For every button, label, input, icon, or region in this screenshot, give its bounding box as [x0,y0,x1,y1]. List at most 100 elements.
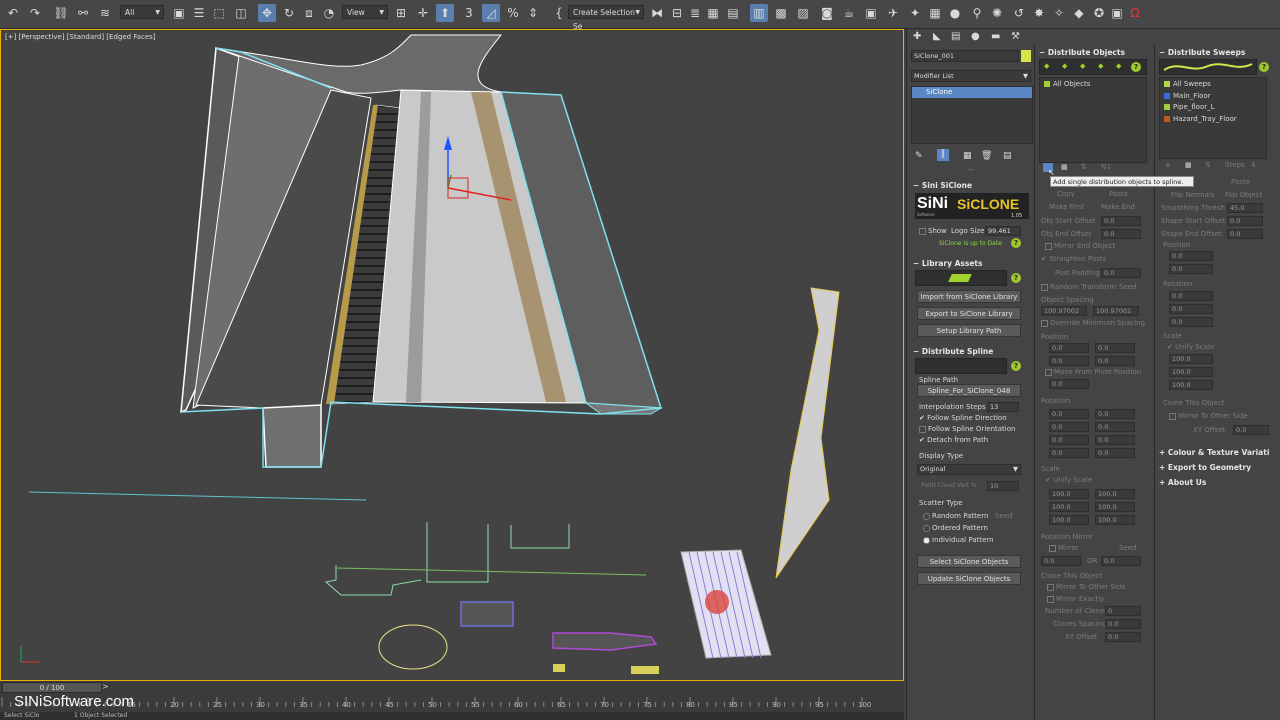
select-siclone-objects-button[interactable]: Select SiClone Objects [917,555,1021,568]
configure-sets-icon[interactable]: ▤ [1003,151,1012,161]
setup-library-path-button[interactable]: Setup Library Path [917,324,1021,337]
time-slider[interactable]: 0 / 100 [2,682,102,693]
spinner-snap-icon[interactable]: ⇕ [524,4,542,22]
create-tab-icon[interactable]: ✚ [913,31,921,42]
placement-icon[interactable]: ◔ [320,4,338,22]
sun-tool-icon[interactable]: ✺ [988,4,1006,22]
script-tool-icon[interactable]: ▣ [1108,4,1126,22]
spline-path-button[interactable]: Spline_For_SiClone_048 [917,384,1021,397]
sweep-list-item[interactable]: Hazard_Tray_Floor [1164,115,1237,123]
position-z-min[interactable]: 0.0 [1049,356,1089,366]
scale-icon[interactable]: ⧈ [300,4,318,22]
spacing-b-spinner[interactable]: 100.97002 [1093,306,1139,316]
hierarchy-tab-icon[interactable]: ▤ [951,31,960,42]
zoom-tool-icon[interactable]: ⚲ [968,4,986,22]
mirror-seed-button[interactable]: Seed [1119,544,1137,552]
curve-editor-icon[interactable]: ▥ [750,4,768,22]
rotation-x-min[interactable]: 0.0 [1049,422,1089,432]
spline-help-icon[interactable]: ? [1011,361,1021,371]
cycle-tool-icon[interactable]: ↺ [1010,4,1028,22]
mirror-checkbox[interactable]: Mirror [1049,544,1079,552]
material-editor-icon[interactable]: ▨ [794,4,812,22]
keyboard-shortcut-icon[interactable]: ⬆ [436,4,454,22]
mirror-other-side-checkbox[interactable]: Mirror To Other Side [1047,583,1126,591]
individual-pattern-radio[interactable]: Individual Pattern [923,536,994,544]
position-z-max[interactable]: 0.0 [1095,356,1135,366]
select-by-name-icon[interactable]: ☰ [190,4,208,22]
update-siclone-objects-button[interactable]: Update SiClone Objects [917,572,1021,585]
sphere-tool-icon[interactable]: ● [946,4,964,22]
selection-filter-dropdown[interactable]: All ▼ [120,5,164,19]
sweep-scale-z[interactable]: 100.0 [1169,380,1213,390]
object-tool-2-icon[interactable]: ◆ [1062,62,1067,70]
mirror-exactly-checkbox[interactable]: Mirror Exactly [1047,595,1104,603]
modify-tab-icon[interactable]: ◣ [933,31,941,42]
maxscript-status[interactable]: Select SiClo [4,712,39,719]
show-end-result-icon[interactable]: ‖ [937,149,949,161]
clone-xy-offset-spinner[interactable]: 0.0 [1105,632,1141,642]
ribbon-icon[interactable]: ▤ [724,4,742,22]
paste-button[interactable]: Paste [1109,190,1128,198]
rotate-icon[interactable]: ↻ [280,4,298,22]
star-tool-icon[interactable]: ✸ [1030,4,1048,22]
schematic-view-icon[interactable]: ▩ [772,4,790,22]
modifier-list-dropdown[interactable]: Modifier List ▼ [911,70,1031,82]
named-selection-dropdown[interactable]: Create Selection Se ▼ [568,5,644,31]
scale-z-min[interactable]: 100.0 [1049,515,1089,525]
rotation-xy-max[interactable]: 0.0 [1095,409,1135,419]
smoothing-thresh-spinner[interactable]: 45.0 [1227,203,1263,213]
window-crossing-icon[interactable]: ◫ [232,4,250,22]
render-iterative-icon[interactable]: ✦ [906,4,924,22]
pin-stack-icon[interactable]: ✎ [915,151,923,161]
pivot-center-icon[interactable]: ⊞ [392,4,410,22]
link-icon[interactable]: ⛓ [52,4,70,22]
override-spacing-checkbox[interactable]: Override Minimum Spacing [1041,319,1145,327]
follow-direction-checkbox[interactable]: ✔ Follow Spline Direction [919,414,1007,422]
angle-snap-icon[interactable]: ◿ [482,4,500,22]
rotation-xy-min[interactable]: 0.0 [1049,409,1089,419]
align-icon[interactable]: ⊟ [668,4,686,22]
add-sweep-icon[interactable]: ± [1165,161,1171,169]
sweeps-help-icon[interactable]: ? [1259,62,1269,72]
move-icon[interactable]: ✥ [258,4,276,22]
ordered-pattern-radio[interactable]: Ordered Pattern [923,524,988,532]
sweep-position-xy[interactable]: 0.0 [1169,251,1213,261]
spacing-a-spinner[interactable]: 100.97002 [1041,306,1087,316]
rotation-x-max[interactable]: 0.0 [1095,422,1135,432]
sort-object-icon[interactable]: N↓ [1101,163,1112,171]
move-object-icon[interactable]: ⇅ [1081,163,1087,171]
obj-start-offset-spinner[interactable]: 0.0 [1101,216,1141,226]
obj-end-offset-spinner[interactable]: 0.0 [1101,229,1141,239]
object-tool-3-icon[interactable]: ◆ [1080,62,1085,70]
sweep-paste-button[interactable]: Paste [1231,178,1250,186]
flip-normals-checkbox[interactable]: Flip Normals [1171,191,1215,199]
snap-3d-icon[interactable]: 3 [460,4,478,22]
teapot-render-icon[interactable]: ☕ [840,4,858,22]
sweep-xy-offset-spinner[interactable]: 0.0 [1233,425,1269,435]
sweeps-list[interactable]: All Sweeps Main_Floor Pipe_floor_L Hazard_T… [1159,77,1267,159]
shape-end-offset-spinner[interactable]: 0.0 [1227,229,1263,239]
make-unique-icon[interactable]: ▦ [963,151,972,161]
delete-sweep-icon[interactable]: ▦ [1185,161,1192,169]
cube-tool-icon[interactable]: ◆ [1070,4,1088,22]
distribute-spline-header[interactable]: − Distribute Spline [913,347,993,356]
object-tool-1-icon[interactable]: ◆ [1044,62,1049,70]
import-library-button[interactable]: Import from SiClone Library [917,290,1021,303]
rotation-y-min[interactable]: 0.0 [1049,435,1089,445]
scale-y-max[interactable]: 100.0 [1095,502,1135,512]
make-first-button[interactable]: Make First [1049,203,1084,211]
siclone-plugin-icon[interactable]: Ω [1126,4,1144,22]
straighten-posts-checkbox[interactable]: ✔ Straighten Posts [1041,255,1106,263]
distribute-objects-header[interactable]: − Distribute Objects [1039,48,1125,57]
undo-icon[interactable]: ↶ [4,4,22,22]
random-transform-checkbox[interactable]: Random Transform [1041,283,1116,291]
render-icon[interactable]: ✈ [884,4,902,22]
objects-list[interactable]: All Objects [1039,77,1147,163]
export-library-button[interactable]: Export to SiClone Library [917,307,1021,320]
scale-z-max[interactable]: 100.0 [1095,515,1135,525]
sweep-rotation-x[interactable]: 0.0 [1169,291,1213,301]
siclone-help-icon[interactable]: ? [1011,238,1021,248]
remove-modifier-icon[interactable]: 🗑 [981,151,992,161]
select-object-icon[interactable]: ▣ [170,4,188,22]
redo-icon[interactable]: ↷ [26,4,44,22]
